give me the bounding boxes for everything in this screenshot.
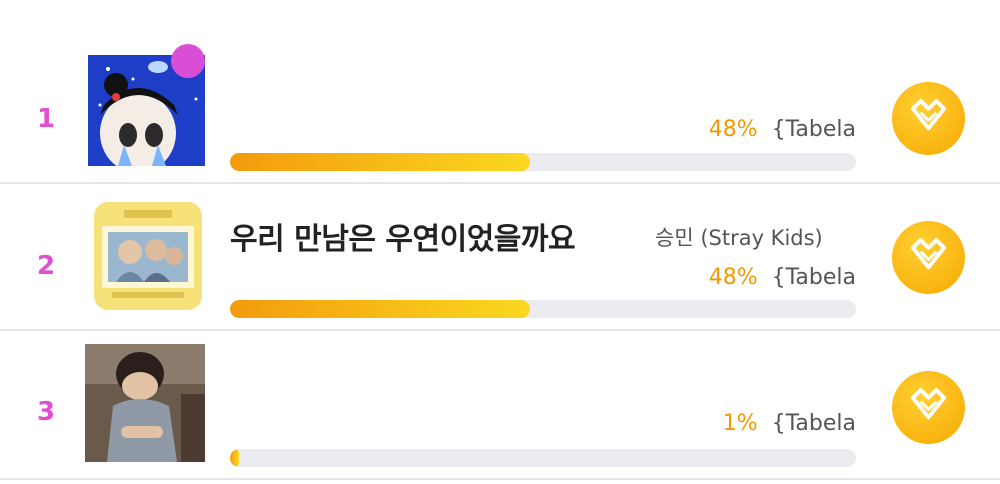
rank-number: 2: [36, 251, 56, 281]
rank-number: 1: [36, 104, 56, 134]
heart-vote-icon: [910, 388, 947, 420]
album-thumbnail: [85, 344, 205, 462]
progress-track: [230, 300, 856, 318]
vote-button[interactable]: [892, 371, 965, 444]
album-thumbnail: [94, 202, 202, 310]
rank-number: 3: [36, 397, 56, 427]
list-item[interactable]: 2 우리 만남은 우연이었을까요 승민 (Stray Kids) 48% {Tab…: [0, 184, 1000, 329]
extra-text: {Tabela: [771, 117, 856, 142]
progress-track: [230, 153, 856, 171]
list-item[interactable]: 3 1% {Tabela: [0, 331, 1000, 478]
vote-button[interactable]: [892, 82, 965, 155]
extra-text: {Tabela: [771, 411, 856, 436]
vote-button[interactable]: [892, 221, 965, 294]
percent-text: 48%: [708, 117, 758, 142]
vote-percent: 48% {Tabela: [709, 265, 856, 290]
progress-track: [230, 449, 856, 467]
extra-text: {Tabela: [771, 265, 856, 290]
heart-vote-icon: [910, 99, 947, 131]
divider: [0, 478, 1000, 480]
vote-percent: 1% {Tabela: [723, 411, 856, 436]
song-title: 우리 만남은 우연이었을까요: [230, 222, 576, 257]
vote-percent: 48% {Tabela: [709, 117, 856, 142]
list-item[interactable]: 1 48% {Tabela: [0, 0, 1000, 182]
heart-vote-icon: [910, 238, 947, 270]
percent-text: 48%: [708, 265, 758, 290]
badge-dot: [171, 44, 205, 78]
progress-fill: [230, 449, 240, 467]
progress-fill: [230, 300, 531, 318]
progress-fill: [230, 153, 531, 171]
artist-name: 승민 (Stray Kids): [655, 226, 823, 250]
percent-text: 1%: [722, 411, 758, 436]
